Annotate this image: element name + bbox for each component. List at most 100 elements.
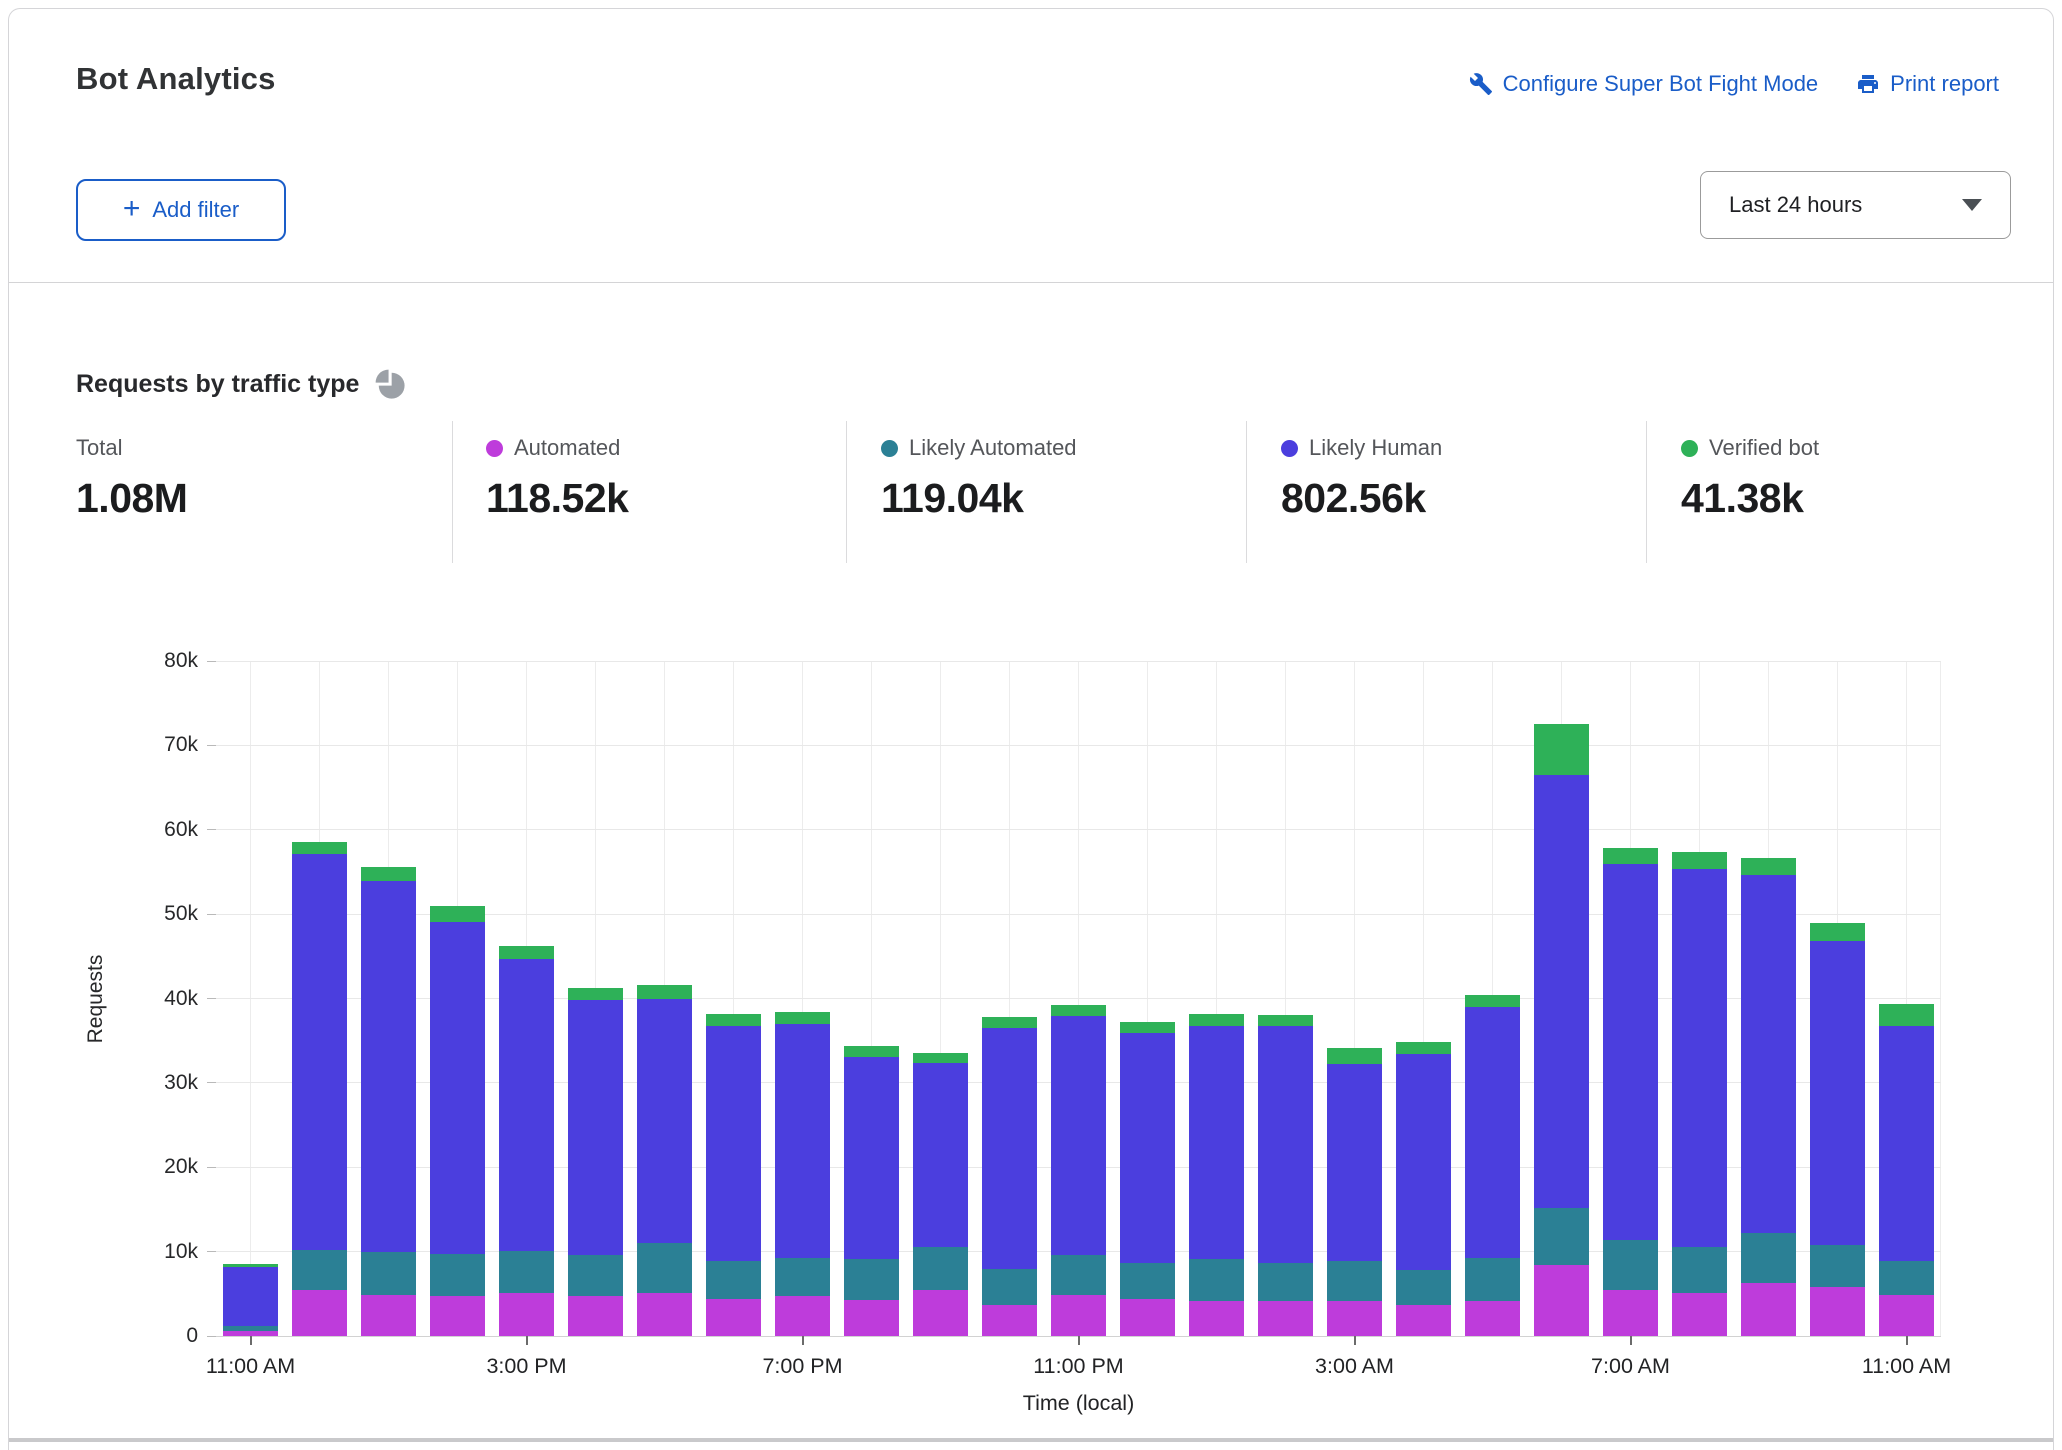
bar-segment-likely-automated[interactable] bbox=[1327, 1261, 1382, 1302]
stat-automated[interactable]: Automated 118.52k bbox=[486, 435, 628, 522]
bar-segment-automated[interactable] bbox=[1465, 1301, 1520, 1336]
bar-segment-likely-automated[interactable] bbox=[430, 1254, 485, 1295]
bar-segment-likely-human[interactable] bbox=[913, 1063, 968, 1247]
bar-segment-likely-automated[interactable] bbox=[499, 1251, 554, 1293]
bar-segment-likely-automated[interactable] bbox=[1258, 1263, 1313, 1301]
bar-segment-verified-bot[interactable] bbox=[1120, 1022, 1175, 1033]
stat-likely-automated[interactable]: Likely Automated 119.04k bbox=[881, 435, 1077, 522]
bar-segment-verified-bot[interactable] bbox=[499, 946, 554, 959]
stat-likely-human[interactable]: Likely Human 802.56k bbox=[1281, 435, 1442, 522]
bar-segment-automated[interactable] bbox=[913, 1290, 968, 1336]
bar-segment-automated[interactable] bbox=[1534, 1265, 1589, 1336]
bar-segment-likely-human[interactable] bbox=[1603, 864, 1658, 1239]
bar-segment-likely-human[interactable] bbox=[844, 1057, 899, 1260]
bar-segment-likely-automated[interactable] bbox=[361, 1252, 416, 1294]
bar-segment-automated[interactable] bbox=[1189, 1301, 1244, 1336]
bar-segment-verified-bot[interactable] bbox=[1534, 724, 1589, 775]
bar-segment-likely-automated[interactable] bbox=[1051, 1255, 1106, 1295]
bar-segment-likely-automated[interactable] bbox=[292, 1250, 347, 1290]
bar-segment-likely-human[interactable] bbox=[1810, 941, 1865, 1245]
bar-segment-likely-human[interactable] bbox=[430, 922, 485, 1254]
bar-segment-verified-bot[interactable] bbox=[913, 1053, 968, 1062]
bar-segment-likely-automated[interactable] bbox=[1189, 1259, 1244, 1301]
bar-segment-verified-bot[interactable] bbox=[844, 1046, 899, 1057]
bar-segment-verified-bot[interactable] bbox=[1879, 1004, 1934, 1026]
bar-segment-automated[interactable] bbox=[361, 1295, 416, 1336]
bar-segment-verified-bot[interactable] bbox=[1603, 848, 1658, 864]
bar-segment-likely-automated[interactable] bbox=[223, 1326, 278, 1331]
bar-segment-automated[interactable] bbox=[1672, 1293, 1727, 1336]
bar-segment-verified-bot[interactable] bbox=[430, 906, 485, 922]
bar-segment-automated[interactable] bbox=[1120, 1299, 1175, 1336]
bar-segment-likely-automated[interactable] bbox=[706, 1261, 761, 1299]
bar-segment-likely-automated[interactable] bbox=[1810, 1245, 1865, 1287]
bar-segment-likely-human[interactable] bbox=[568, 1000, 623, 1255]
bar-segment-verified-bot[interactable] bbox=[637, 985, 692, 999]
bar-segment-likely-automated[interactable] bbox=[1741, 1233, 1796, 1283]
bar-segment-likely-human[interactable] bbox=[1879, 1026, 1934, 1261]
bar-segment-automated[interactable] bbox=[1258, 1301, 1313, 1336]
bar-segment-automated[interactable] bbox=[1396, 1305, 1451, 1336]
bar-segment-verified-bot[interactable] bbox=[361, 867, 416, 881]
bar-segment-likely-automated[interactable] bbox=[1672, 1247, 1727, 1293]
bar-segment-automated[interactable] bbox=[637, 1293, 692, 1336]
bar-segment-verified-bot[interactable] bbox=[568, 988, 623, 1000]
bar-segment-likely-human[interactable] bbox=[1189, 1026, 1244, 1260]
bar-segment-verified-bot[interactable] bbox=[706, 1014, 761, 1027]
bar-segment-verified-bot[interactable] bbox=[223, 1264, 278, 1267]
bar-segment-likely-automated[interactable] bbox=[1534, 1208, 1589, 1265]
bar-segment-likely-human[interactable] bbox=[775, 1024, 830, 1259]
bar-segment-likely-human[interactable] bbox=[1396, 1054, 1451, 1270]
bar-segment-likely-human[interactable] bbox=[1258, 1026, 1313, 1263]
bar-segment-automated[interactable] bbox=[292, 1290, 347, 1336]
bar-segment-automated[interactable] bbox=[982, 1305, 1037, 1336]
bar-segment-likely-automated[interactable] bbox=[1879, 1261, 1934, 1295]
bar-segment-verified-bot[interactable] bbox=[1741, 858, 1796, 875]
bar-segment-likely-automated[interactable] bbox=[982, 1269, 1037, 1304]
bar-segment-likely-automated[interactable] bbox=[1396, 1270, 1451, 1305]
configure-super-bot-fight-mode-link[interactable]: Configure Super Bot Fight Mode bbox=[1469, 71, 1819, 97]
bar-segment-verified-bot[interactable] bbox=[1189, 1014, 1244, 1026]
bar-segment-verified-bot[interactable] bbox=[982, 1017, 1037, 1028]
bar-segment-verified-bot[interactable] bbox=[1810, 923, 1865, 941]
bar-segment-likely-automated[interactable] bbox=[1120, 1263, 1175, 1298]
bar-segment-automated[interactable] bbox=[1051, 1295, 1106, 1336]
bar-segment-automated[interactable] bbox=[1879, 1295, 1934, 1336]
bar-segment-verified-bot[interactable] bbox=[1258, 1015, 1313, 1027]
bar-segment-automated[interactable] bbox=[844, 1300, 899, 1336]
bar-segment-likely-human[interactable] bbox=[1534, 775, 1589, 1208]
bar-segment-verified-bot[interactable] bbox=[775, 1012, 830, 1024]
bar-segment-likely-automated[interactable] bbox=[1465, 1258, 1520, 1302]
bar-segment-verified-bot[interactable] bbox=[292, 842, 347, 854]
bar-segment-verified-bot[interactable] bbox=[1396, 1042, 1451, 1054]
bar-segment-likely-automated[interactable] bbox=[1603, 1240, 1658, 1290]
bar-segment-automated[interactable] bbox=[568, 1296, 623, 1336]
bar-segment-verified-bot[interactable] bbox=[1327, 1048, 1382, 1064]
bar-segment-likely-human[interactable] bbox=[1672, 869, 1727, 1246]
bar-segment-likely-human[interactable] bbox=[1465, 1007, 1520, 1258]
bar-segment-likely-automated[interactable] bbox=[637, 1243, 692, 1293]
bar-segment-likely-human[interactable] bbox=[1051, 1016, 1106, 1255]
bar-segment-automated[interactable] bbox=[1327, 1301, 1382, 1336]
bar-segment-likely-automated[interactable] bbox=[775, 1258, 830, 1296]
bar-segment-verified-bot[interactable] bbox=[1051, 1005, 1106, 1016]
bar-segment-likely-human[interactable] bbox=[361, 881, 416, 1252]
add-filter-button[interactable]: + Add filter bbox=[76, 179, 286, 241]
bar-segment-automated[interactable] bbox=[775, 1296, 830, 1336]
bar-segment-likely-automated[interactable] bbox=[913, 1247, 968, 1290]
bar-segment-likely-human[interactable] bbox=[1120, 1033, 1175, 1263]
stat-total[interactable]: Total 1.08M bbox=[76, 435, 187, 522]
bar-segment-likely-automated[interactable] bbox=[568, 1255, 623, 1296]
bar-segment-likely-human[interactable] bbox=[982, 1028, 1037, 1269]
bar-segment-verified-bot[interactable] bbox=[1672, 852, 1727, 870]
bar-segment-likely-human[interactable] bbox=[292, 854, 347, 1250]
bar-segment-automated[interactable] bbox=[499, 1293, 554, 1336]
bar-segment-likely-human[interactable] bbox=[1327, 1064, 1382, 1261]
bar-segment-automated[interactable] bbox=[430, 1296, 485, 1337]
bar-segment-verified-bot[interactable] bbox=[1465, 995, 1520, 1007]
bar-segment-likely-automated[interactable] bbox=[844, 1259, 899, 1300]
bar-segment-likely-human[interactable] bbox=[223, 1267, 278, 1326]
bar-segment-automated[interactable] bbox=[1603, 1290, 1658, 1336]
time-range-select[interactable]: Last 24 hours bbox=[1700, 171, 2011, 239]
print-report-link[interactable]: Print report bbox=[1856, 71, 1999, 97]
